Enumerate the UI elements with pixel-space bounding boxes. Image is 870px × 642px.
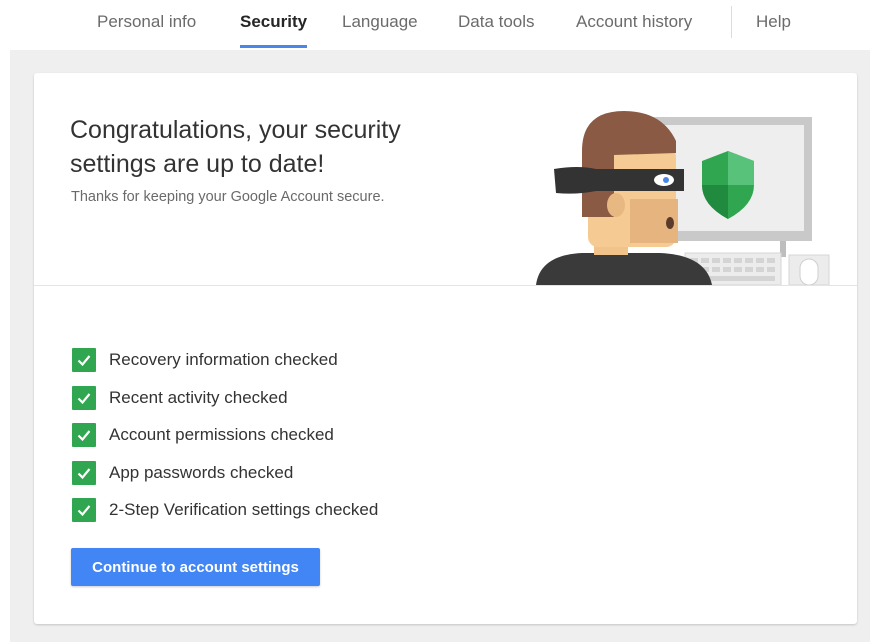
list-item: App passwords checked (72, 460, 378, 499)
top-navigation: Personal info Security Language Data too… (0, 0, 870, 48)
tab-language[interactable]: Language (342, 0, 418, 48)
checkup-list: Recovery information checked Recent acti… (72, 348, 378, 536)
list-item: 2-Step Verification settings checked (72, 498, 378, 536)
person-body (536, 253, 712, 285)
check-label: App passwords checked (109, 462, 294, 482)
check-label: Account permissions checked (109, 425, 334, 444)
tab-security[interactable]: Security (240, 0, 308, 48)
check-label: Recovery information checked (109, 350, 338, 369)
page-title: Congratulations, your security settings … (70, 116, 401, 178)
tab-help[interactable]: Help (756, 0, 791, 48)
tab-account-history[interactable]: Account history (576, 0, 692, 48)
checkmark-icon (72, 498, 96, 522)
mouse (799, 258, 819, 285)
checkmark-icon (72, 348, 96, 372)
continue-button[interactable]: Continue to account settings (71, 548, 320, 586)
security-checkup-card: Congratulations, your security settings … (34, 73, 857, 624)
page-subtitle: Thanks for keeping your Google Account s… (71, 189, 385, 205)
checkmark-icon (72, 460, 96, 485)
nav-divider (731, 6, 732, 38)
check-label: Recent activity checked (109, 387, 288, 407)
check-label: 2-Step Verification settings checked (109, 500, 379, 519)
list-item: Recovery information checked (72, 348, 378, 386)
checkmark-icon (72, 385, 96, 410)
checkmark-icon (72, 423, 96, 447)
tab-data-tools[interactable]: Data tools (458, 0, 535, 48)
tab-personal-info[interactable]: Personal info (97, 0, 196, 48)
section-divider (34, 285, 857, 286)
list-item: Recent activity checked (72, 385, 378, 424)
security-illustration (536, 111, 830, 285)
list-item: Account permissions checked (72, 423, 378, 461)
